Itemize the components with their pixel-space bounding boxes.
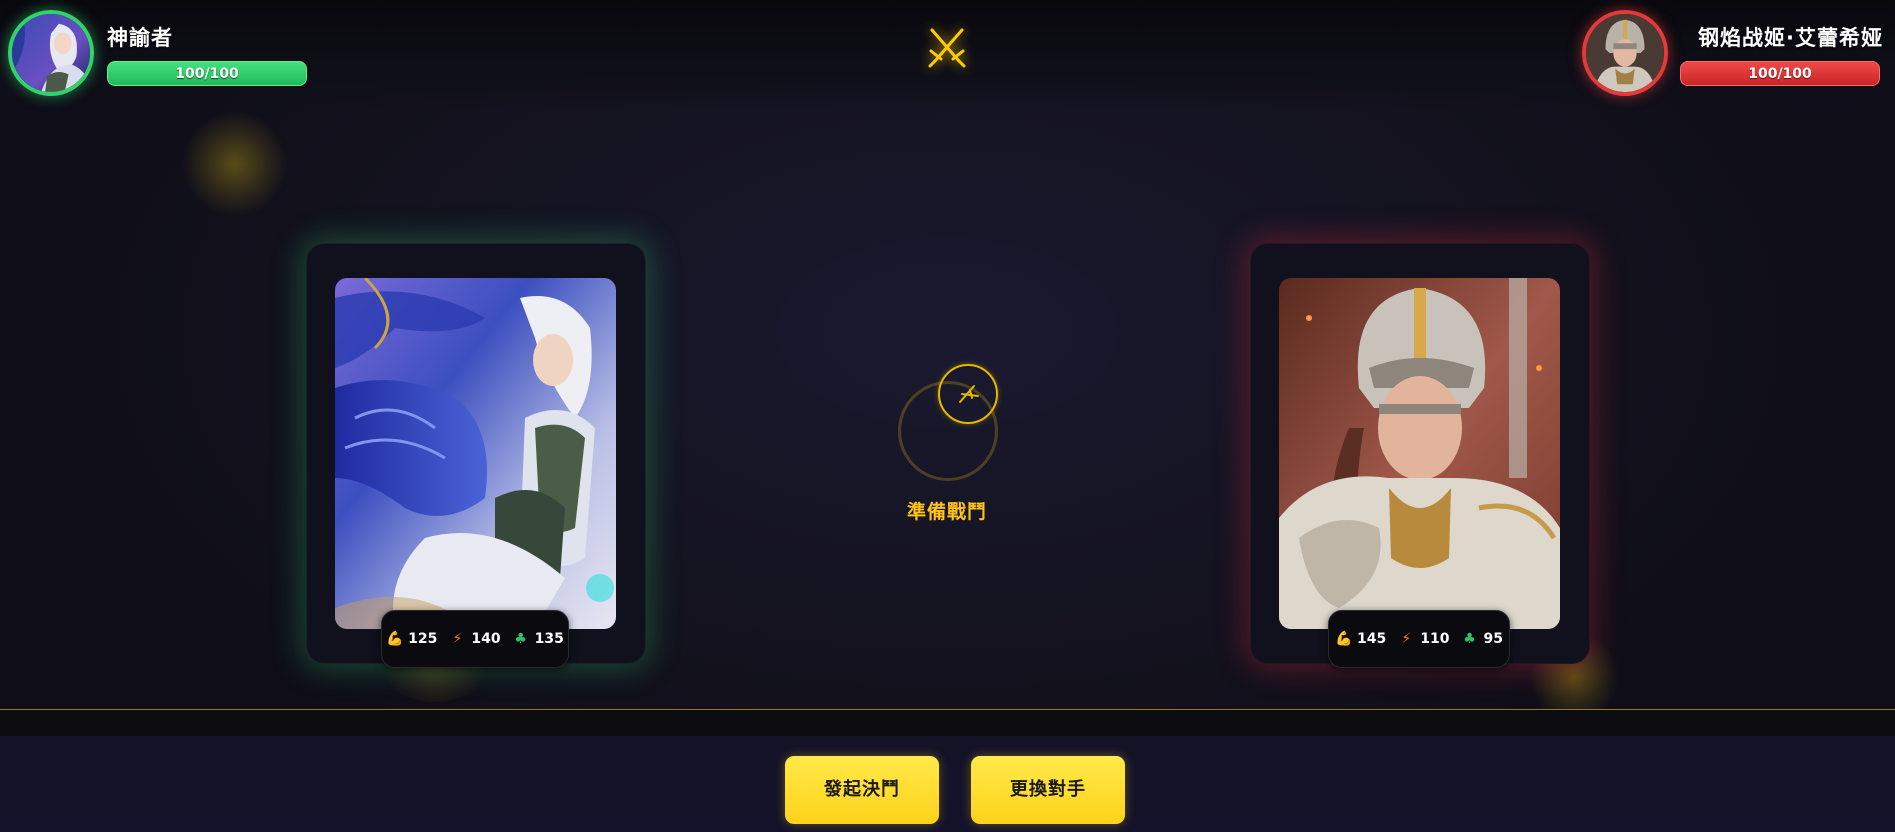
player-card-art: [335, 278, 616, 629]
opponent-avatar: [1582, 10, 1668, 96]
strength-value: 125: [408, 631, 438, 647]
luck-value: 95: [1483, 631, 1503, 647]
vs-emblem: [938, 364, 998, 424]
luck-stat: ♣ 95: [1461, 631, 1503, 647]
lightning-icon: ⚡: [452, 631, 463, 647]
opponent-stats-bar: 💪 145 ⚡ 110 ♣ 95: [1328, 610, 1510, 668]
bottom-strip: [0, 710, 1895, 736]
luck-value: 135: [534, 631, 564, 647]
flexed-arm-icon: 💪: [1335, 631, 1353, 647]
battle-screen: 神諭者 100/100 钢焰战姬·艾蕾希娅 100/100 💪 125 ⚡ 14…: [0, 0, 1895, 832]
speed-value: 140: [471, 631, 501, 647]
clover-icon: ♣: [1463, 631, 1476, 647]
action-bar: [0, 736, 1895, 832]
crossed-swords-icon: [959, 385, 979, 403]
glow-orb: [183, 112, 287, 216]
speed-stat: ⚡ 140: [449, 631, 500, 647]
battle-status: 準備戰鬥: [906, 501, 987, 523]
player-name: 神諭者: [107, 26, 173, 50]
opponent-card-art: [1279, 278, 1560, 629]
opponent-hp-bar: 100/100: [1680, 61, 1880, 86]
strength-stat: 💪 145: [1335, 631, 1386, 647]
player-stats-bar: 💪 125 ⚡ 140 ♣ 135: [381, 610, 569, 668]
opponent-name: 钢焰战姬·艾蕾希娅: [1698, 26, 1883, 50]
luck-stat: ♣ 135: [513, 631, 564, 647]
player-avatar: [8, 10, 94, 96]
lightning-icon: ⚡: [1401, 631, 1412, 647]
clover-icon: ♣: [514, 631, 527, 647]
start-duel-button[interactable]: 發起決鬥: [785, 756, 939, 824]
flexed-arm-icon: 💪: [386, 631, 404, 647]
crossed-swords-icon: [928, 28, 966, 68]
change-opponent-button[interactable]: 更換對手: [971, 756, 1125, 824]
strength-value: 145: [1357, 631, 1387, 647]
speed-value: 110: [1420, 631, 1450, 647]
player-hp-bar: 100/100: [107, 61, 307, 86]
strength-stat: 💪 125: [386, 631, 437, 647]
speed-stat: ⚡ 110: [1398, 631, 1449, 647]
